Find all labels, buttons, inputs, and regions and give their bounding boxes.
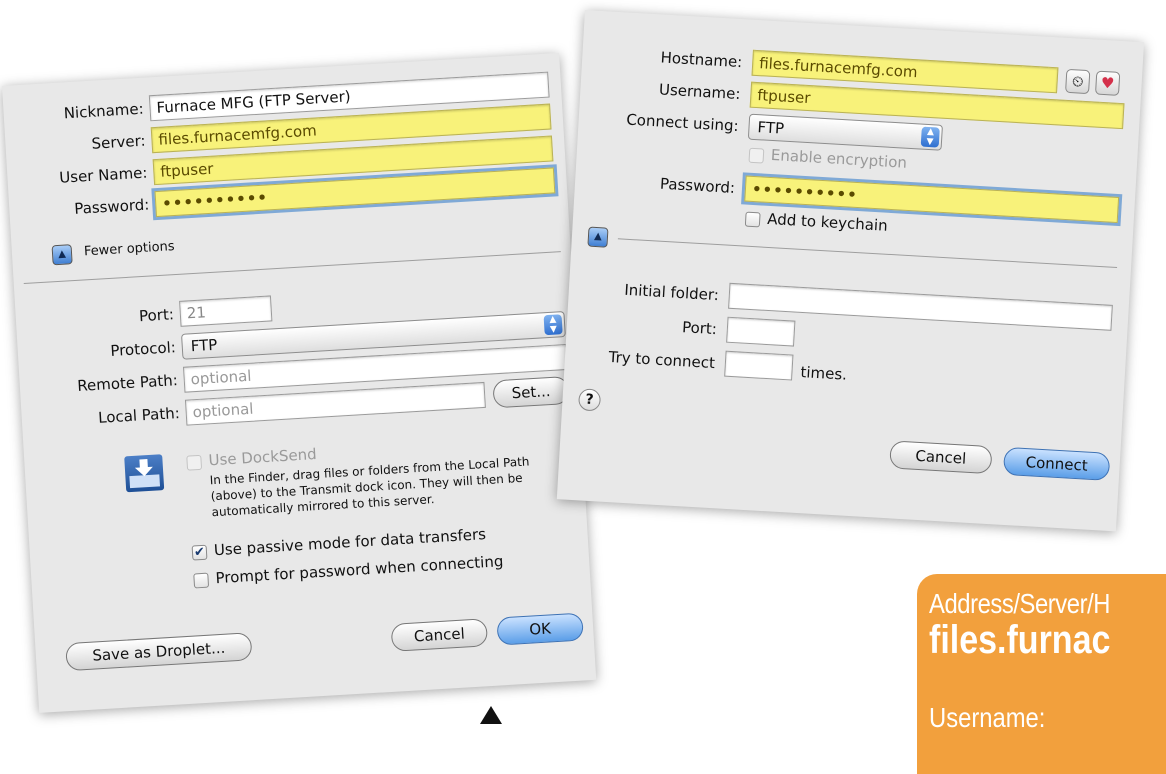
username-label: User Name: [58,163,148,187]
remote-path-label: Remote Path: [76,371,179,396]
favorites-heart-button[interactable]: ♥ [1094,70,1121,96]
section-divider [617,238,1118,269]
add-to-keychain-checkbox[interactable] [744,211,761,228]
connection-settings-dialog-right: Hostname: files.furnacemfg.com ⏲ ♥ Usern… [556,10,1145,532]
add-to-keychain-label: Add to keychain [766,209,889,235]
protocol-value: FTP [190,335,218,356]
initial-folder-label: Initial folder: [623,280,720,305]
history-clock-button[interactable]: ⏲ [1065,68,1091,95]
times-label: times. [800,363,848,384]
port-label: Port: [138,305,175,326]
cancel-button[interactable]: Cancel [390,618,489,652]
stepper-arrows-icon: ▲ ▼ [543,314,563,336]
help-button[interactable]: ? [577,388,602,412]
stepper-arrows-icon: ▲ ▼ [920,126,940,148]
connect-using-label: Connect using: [625,110,740,136]
triangle-up-icon: ▲ [57,248,67,260]
connect-button[interactable]: Connect [1002,446,1111,481]
docksend-icon [124,454,165,493]
username-label: Username: [658,80,741,104]
connection-settings-dialog-left: Nickname: Furnace MFG (FTP Server) Serve… [2,52,597,713]
connect-using-popup[interactable]: FTP ▲ ▼ [747,113,943,151]
set-local-path-button[interactable]: Set... [492,375,570,409]
passive-mode-label: Use passive mode for data transfers [213,525,487,560]
ok-button[interactable]: OK [496,612,584,646]
nickname-label: Nickname: [63,99,145,123]
pointer-arrow-icon [480,706,502,724]
triangle-up-icon: ▲ [593,230,603,243]
remote-path-placeholder: optional [190,366,252,389]
address-server-heading: Address/Server/H [929,588,1111,619]
enable-encryption-checkbox[interactable] [748,147,765,164]
local-path-label: Local Path: [97,404,181,427]
checkmark-icon: ✔ [193,544,206,561]
cancel-button[interactable]: Cancel [889,440,993,475]
server-label: Server: [91,131,147,153]
protocol-label: Protocol: [109,338,177,361]
port-label: Port: [681,318,718,339]
port-field[interactable]: 21 [179,295,273,327]
local-path-placeholder: optional [192,399,254,422]
connect-using-value: FTP [757,118,785,138]
enable-encryption-label: Enable encryption [770,145,908,172]
server-address-value: files.furnac [929,618,1111,662]
save-as-droplet-button[interactable]: Save as Droplet... [65,632,253,672]
username-heading: Username: [929,702,1046,733]
options-disclosure-toggle[interactable]: ▲ [587,226,609,248]
use-docksend-label: Use DockSend [208,445,318,470]
password-label: Password: [73,195,150,218]
heart-icon: ♥ [1100,73,1115,93]
passive-mode-checkbox[interactable]: ✔ [191,544,208,561]
use-docksend-checkbox[interactable] [186,454,203,471]
fewer-options-toggle[interactable]: ▲ [51,244,73,266]
fewer-options-label: Fewer options [83,239,176,260]
retry-count-field[interactable] [724,350,794,381]
prompt-password-label: Prompt for password when connecting [215,552,504,588]
port-field[interactable] [726,316,796,347]
password-label: Password: [659,174,736,197]
try-to-connect-label: Try to connect [608,347,716,373]
clock-icon: ⏲ [1071,72,1085,91]
hostname-label: Hostname: [660,48,743,72]
prompt-password-checkbox[interactable] [193,572,210,589]
server-info-card: Address/Server/H files.furnac Username: [917,574,1166,774]
